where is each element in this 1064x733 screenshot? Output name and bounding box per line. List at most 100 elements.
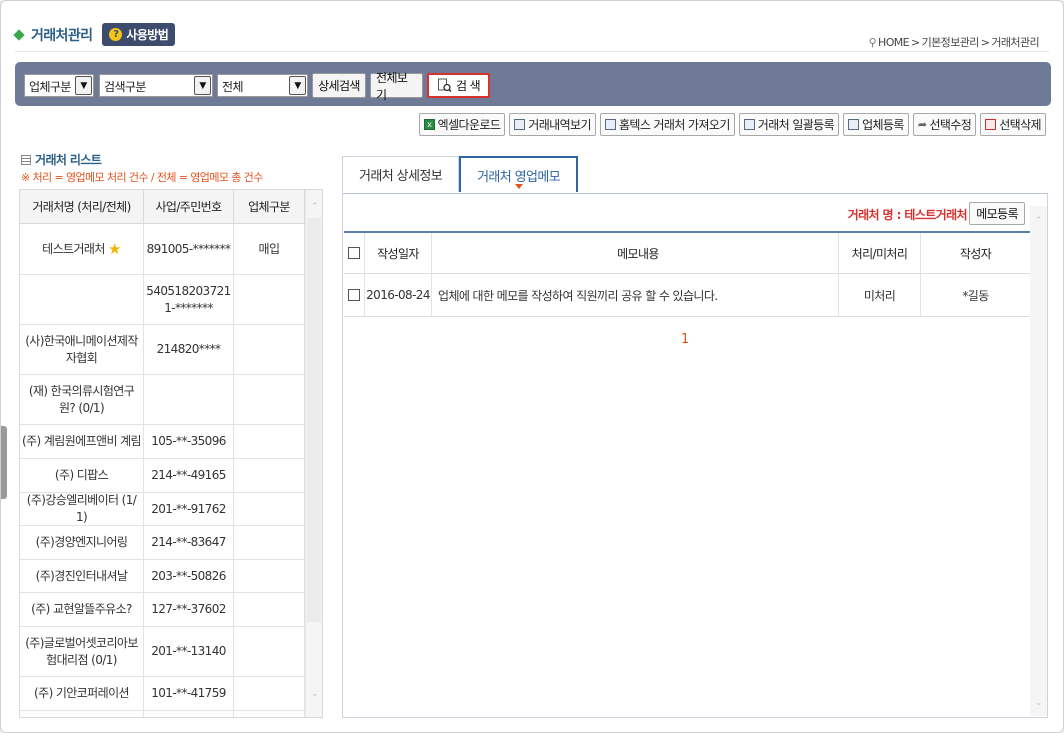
memo-table-header: 작성일자 메모내용 처리/미처리 작성자 (344, 233, 1030, 274)
hometax-import-button[interactable]: 홈텍스 거래처 가져오기 (599, 113, 735, 136)
business-number: 127-**-37602 (144, 593, 234, 626)
customer-name: (주) 교현알뜰주유소? (20, 593, 144, 626)
pagination-current-page[interactable]: 1 (681, 332, 689, 347)
table-row[interactable]: (재) 한국의류시험연구원? (0/1) (20, 375, 305, 425)
share-arrow-icon: ➦ (917, 118, 927, 131)
table-row (20, 711, 305, 717)
table-row[interactable]: (주)경진인터내셔날 203-**-50826 (20, 560, 305, 593)
transaction-history-button[interactable]: 거래내역보기 (509, 113, 596, 136)
hometax-import-label: 홈텍스 거래처 가져오기 (618, 118, 730, 132)
table-row[interactable]: 테스트거래처 ★ 891005-******* 매입 (20, 224, 305, 275)
customer-name: 테스트거래처 ★ (20, 224, 144, 274)
app-frame: 거래처관리 ? 사용방법 ⚲ HOME > 기본정보관리 > 거래처관리 업체구… (0, 0, 1064, 733)
note-processed: ※ 처리 (21, 171, 52, 184)
business-number: 214-**-49165 (144, 459, 234, 492)
table-row[interactable]: (주) 교현알뜰주유소? 127-**-37602 (20, 593, 305, 627)
business-type (234, 425, 305, 458)
row-cell-partial (234, 711, 305, 717)
memo-content[interactable]: 업체에 대한 메모를 작성하여 직원끼리 공유 할 수 있습니다. (432, 274, 839, 316)
save-icon (604, 119, 616, 130)
business-type (234, 627, 305, 676)
table-row[interactable]: (주)글로벌어셋코리아보험대리점 (0/1) 201-**-13140 (20, 627, 305, 677)
dropdown-arrow-icon: ▼ (75, 76, 92, 95)
customer-list-table: 거래처명 (처리/전체) 사업/주민번호 업체구분 테스트거래처 ★ 89100… (19, 189, 323, 718)
customer-list-scrollbar[interactable]: ⌃ ⌄ (305, 190, 322, 717)
delete-selected-label: 선택삭제 (999, 118, 1041, 132)
search-scope-select[interactable]: 전체 ▼ (217, 74, 308, 97)
search-button[interactable]: 검 색 (427, 73, 490, 98)
business-type (234, 459, 305, 492)
scroll-up-icon[interactable]: ⌃ (306, 198, 322, 215)
customer-name: (주) 디팝스 (20, 459, 144, 492)
scroll-up-icon[interactable]: ⌃ (1030, 212, 1047, 229)
table-row[interactable]: 5405182037211-******* (20, 275, 305, 325)
business-number: 105-**-35096 (144, 425, 234, 458)
business-number (144, 375, 234, 424)
company-register-button[interactable]: 업체등록 (843, 113, 909, 136)
edit-selected-button[interactable]: ➦ 선택수정 (912, 113, 977, 136)
customer-name-label: 거래처 명 : 테스트거래처 (847, 208, 968, 222)
tab-sales-memo[interactable]: 거래처 영업메모 (459, 156, 579, 192)
delete-selected-button[interactable]: 선택삭제 (980, 113, 1046, 136)
note-text-2: = 영업메모 총 건수 (175, 171, 264, 184)
row-cell-partial (144, 711, 234, 717)
memo-author: *길동 (962, 288, 989, 303)
business-type-select[interactable]: 업체구분 ▼ (24, 74, 94, 97)
star-icon[interactable]: ★ (108, 240, 121, 258)
bulk-register-button[interactable]: 거래처 일괄등록 (738, 113, 840, 136)
save-icon (848, 119, 860, 130)
table-row[interactable]: (주) 계림원에프앤비 계림 105-**-35096 (20, 425, 305, 459)
customer-list-header: 거래처명 (처리/전체) 사업/주민번호 업체구분 (20, 190, 305, 224)
table-row[interactable]: (주)경양엔지니어링 214-**-83647 (20, 526, 305, 560)
side-panel-handle[interactable] (1, 426, 7, 499)
memo-register-button[interactable]: 메모등록 (969, 202, 1025, 225)
customer-name (20, 275, 144, 324)
business-type-value: 업체구분 (29, 80, 71, 94)
chevron-right-icon: > (911, 35, 920, 49)
view-all-button[interactable]: 전체보기 (370, 71, 423, 102)
table-row[interactable]: 2016-08-24 업체에 대한 메모를 작성하여 직원끼리 공유 할 수 있… (344, 274, 1030, 317)
customer-name: (주) 기안코퍼레이션 (20, 677, 144, 710)
select-all-checkbox[interactable] (348, 247, 360, 259)
page-title: 거래처관리 (31, 27, 93, 44)
row-checkbox[interactable] (348, 289, 360, 301)
business-type (234, 560, 305, 592)
scrollbar-thumb[interactable] (307, 218, 321, 622)
breadcrumb-basic-info[interactable]: 기본정보관리 (922, 34, 980, 50)
table-row[interactable]: (사)한국애니메이션제작자협회 214820**** (20, 325, 305, 375)
excel-download-button[interactable]: x 엑셀다운로드 (418, 113, 506, 136)
row-checkbox-cell (344, 274, 365, 316)
business-number: 101-**-41759 (144, 677, 234, 710)
tab-customer-detail[interactable]: 거래처 상세정보 (342, 156, 460, 192)
edit-selected-label: 선택수정 (929, 118, 972, 132)
action-toolbar: x 엑셀다운로드 거래내역보기 홈텍스 거래처 가져오기 거래처 일괄등록 업체등… (418, 113, 1046, 136)
diamond-bullet-icon (13, 28, 25, 41)
table-row[interactable]: (주) 디팝스 214-**-49165 (20, 459, 305, 493)
sales-memo-panel: 거래처 명 : 테스트거래처 메모등록 작성일자 메모내용 처리/미처리 작성자… (342, 193, 1048, 718)
memo-panel-scrollbar[interactable]: ⌃ ⌄ (1030, 206, 1047, 716)
customer-name: (주)경진인터내셔날 (20, 560, 144, 592)
help-button[interactable]: ? 사용방법 (102, 23, 176, 46)
business-type (234, 275, 305, 324)
scroll-down-icon[interactable]: ⌄ (1030, 694, 1047, 711)
customer-name: (주)강승엘리베이터 (1/1) (20, 493, 144, 525)
location-pin-icon: ⚲ (868, 35, 877, 49)
customer-name: (주) 계림원에프앤비 계림 (20, 425, 144, 458)
scroll-down-icon[interactable]: ⌄ (306, 685, 322, 702)
chevron-right-icon: > (980, 35, 990, 49)
document-icon (514, 119, 526, 130)
breadcrumb-home[interactable]: HOME (878, 36, 910, 49)
dropdown-arrow-icon: ▼ (289, 76, 306, 95)
search-button-label: 검 색 (455, 79, 481, 93)
detail-tabs: 거래처 상세정보 거래처 영업메모 (342, 156, 579, 192)
detail-search-button[interactable]: 상세검색 (312, 73, 366, 98)
table-row[interactable]: (주) 기안코퍼레이션 101-**-41759 (20, 677, 305, 711)
search-field-select[interactable]: 검색구분 ▼ (99, 74, 213, 97)
excel-download-label: 엑셀다운로드 (437, 118, 501, 132)
customer-name-text: 테스트거래처 (42, 241, 105, 256)
table-row[interactable]: (주)강승엘리베이터 (1/1) 201-**-91762 (20, 493, 305, 526)
column-header-author: 작성자 (959, 246, 992, 261)
search-field-value: 검색구분 (104, 80, 146, 94)
note-all: 전체 (156, 171, 177, 184)
list-icon (21, 154, 31, 165)
